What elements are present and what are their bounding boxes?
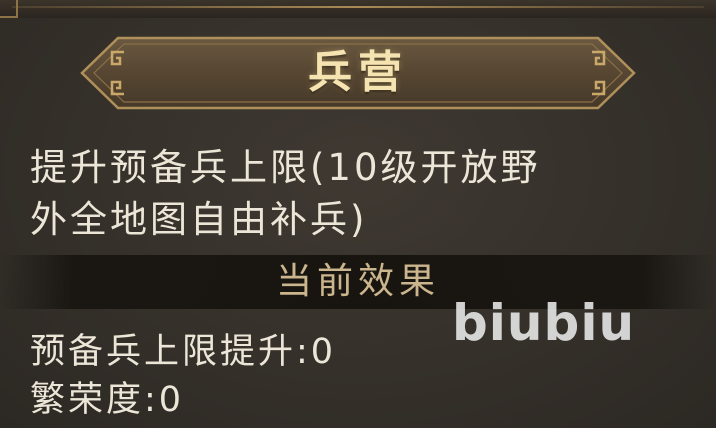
frame-corner <box>0 0 18 18</box>
description-line-1: 提升预备兵上限(10级开放野 <box>30 146 541 189</box>
barracks-info-panel: 兵营 提升预备兵上限(10级开放野 外全地图自由补兵) 当前效果 预备兵上限提升… <box>0 0 716 428</box>
effect-reserve-cap: 预备兵上限提升:0 <box>30 332 337 372</box>
watermark-logo: biubiu <box>452 294 636 352</box>
top-frame-border <box>0 0 716 18</box>
description-line-2: 外全地图自由补兵) <box>30 198 368 241</box>
building-description: 提升预备兵上限(10级开放野 外全地图自由补兵) <box>30 142 670 246</box>
effect-prosperity: 繁荣度:0 <box>30 380 185 420</box>
title-banner: 兵营 <box>78 32 638 114</box>
panel-title: 兵营 <box>308 47 408 98</box>
